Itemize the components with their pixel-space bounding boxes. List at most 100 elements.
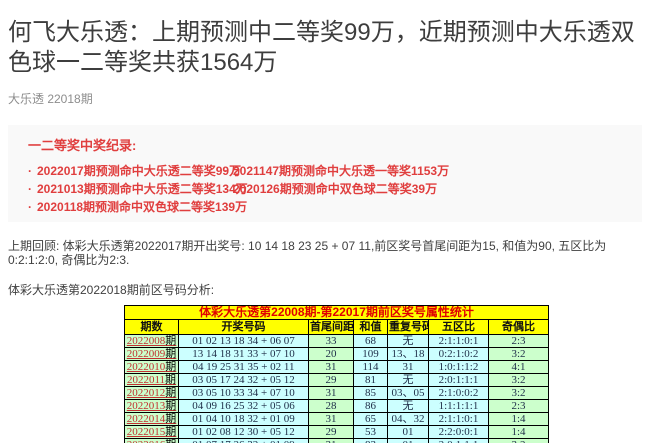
cell-repeat: 13、18 — [388, 348, 429, 361]
cell-odd-even-ratio: 3:2 — [489, 387, 549, 400]
table-row: 2022013期 04 09 16 25 32 + 05 06 28 86 无 … — [125, 400, 549, 413]
cell-zone-ratio: 2:1:0:0:2 — [429, 387, 489, 400]
col-header-sum: 和值 — [354, 320, 388, 335]
cell-zone-ratio: 2:2:0:0:1 — [429, 426, 489, 439]
cell-repeat: 无 — [388, 335, 429, 348]
cell-span: 29 — [309, 374, 354, 387]
table-row: 2022012期 03 05 10 33 34 + 07 10 31 85 03… — [125, 387, 549, 400]
cell-sum: 53 — [354, 426, 388, 439]
record-item: ·2021147期预测命中大乐透一等奖1153万 — [224, 162, 622, 180]
cell-sum: 65 — [354, 413, 388, 426]
cell-winning-numbers: 01 02 08 12 30 + 05 12 — [179, 426, 309, 439]
cell-odd-even-ratio: 3:2 — [489, 374, 549, 387]
cell-sum: 68 — [354, 335, 388, 348]
record-item-label: 2021013期预测命中大乐透二等奖134万 — [37, 182, 248, 196]
cell-odd-even-ratio: 1:4 — [489, 426, 549, 439]
cell-span: 31 — [309, 361, 354, 374]
cell-issue[interactable]: 2022008期 — [125, 335, 179, 348]
cell-winning-numbers: 13 14 18 31 33 + 07 10 — [179, 348, 309, 361]
cell-issue[interactable]: 2022009期 — [125, 348, 179, 361]
issue-link[interactable]: 2022016期 — [127, 439, 177, 443]
record-list-right: ·2021147期预测命中大乐透一等奖1153万 · 2020126期预测命中双色… — [224, 162, 622, 216]
issue-link[interactable]: 2022012期 — [127, 387, 177, 399]
table-row: 2022008期 01 02 13 18 34 + 06 07 33 68 无 … — [125, 335, 549, 348]
table-row: 2022016期 01 07 17 26 32 + 01 09 31 83 01… — [125, 439, 549, 443]
analysis-intro: 体彩大乐透第2022018期前区号码分析: — [8, 283, 642, 297]
col-header-span: 首尾间距 — [309, 320, 354, 335]
cell-span: 31 — [309, 413, 354, 426]
cell-issue[interactable]: 2022012期 — [125, 387, 179, 400]
cell-sum: 109 — [354, 348, 388, 361]
bullet-icon: · — [224, 164, 228, 178]
prize-record-panel: 一二等奖中奖纪录: ·2022017期预测命中大乐透二等奖99万 ·202101… — [8, 125, 642, 222]
cell-odd-even-ratio: 1:4 — [489, 413, 549, 426]
table-title-row: 体彩大乐透第22008期-第22017期前区奖号属性统计 — [125, 306, 549, 320]
cell-odd-even-ratio: 2:3 — [489, 400, 549, 413]
cell-span: 20 — [309, 348, 354, 361]
cell-repeat: 31 — [388, 361, 429, 374]
cell-winning-numbers: 04 09 16 25 32 + 05 06 — [179, 400, 309, 413]
cell-zone-ratio: 1:0:1:1:2 — [429, 361, 489, 374]
cell-zone-ratio: 2:1:1:0:1 — [429, 335, 489, 348]
cell-issue[interactable]: 2022014期 — [125, 413, 179, 426]
table-title: 体彩大乐透第22008期-第22017期前区奖号属性统计 — [125, 306, 549, 320]
cell-winning-numbers: 01 04 10 18 32 + 01 09 — [179, 413, 309, 426]
issue-link[interactable]: 2022010期 — [127, 361, 177, 373]
cell-odd-even-ratio: 2:3 — [489, 335, 549, 348]
cell-sum: 114 — [354, 361, 388, 374]
cell-issue[interactable]: 2022011期 — [125, 374, 179, 387]
table-row: 2022014期 01 04 10 18 32 + 01 09 31 65 04… — [125, 413, 549, 426]
cell-sum: 85 — [354, 387, 388, 400]
record-item-label: 2022017期预测命中大乐透二等奖99万 — [37, 164, 241, 178]
cell-repeat: 无 — [388, 400, 429, 413]
cell-winning-numbers: 01 02 13 18 34 + 06 07 — [179, 335, 309, 348]
col-header-zone: 五区比 — [429, 320, 489, 335]
cell-winning-numbers: 03 05 10 33 34 + 07 10 — [179, 387, 309, 400]
stat-table: 体彩大乐透第22008期-第22017期前区奖号属性统计 期数 开奖号码 首尾间… — [124, 305, 549, 443]
cell-repeat: 01 — [388, 426, 429, 439]
cell-issue[interactable]: 2022013期 — [125, 400, 179, 413]
page-title: 何飞大乐透：上期预测中二等奖99万，近期预测中大乐透双色球一二等奖共获1564万 — [8, 18, 642, 78]
bullet-icon: · — [28, 200, 32, 214]
cell-repeat: 04、32 — [388, 413, 429, 426]
cell-sum: 86 — [354, 400, 388, 413]
record-item: ·2021013期预测命中大乐透二等奖134万 — [28, 180, 224, 198]
cell-zone-ratio: 0:2:1:0:2 — [429, 348, 489, 361]
cell-span: 31 — [309, 439, 354, 443]
issue-link[interactable]: 2022011期 — [127, 374, 176, 386]
cell-winning-numbers: 04 19 25 31 35 + 02 11 — [179, 361, 309, 374]
record-item: ·2020118期预测命中双色球二等奖139万 — [28, 198, 224, 216]
issue-subtitle: 大乐透 22018期 — [8, 90, 642, 107]
issue-link[interactable]: 2022013期 — [127, 400, 177, 412]
col-header-issue: 期数 — [125, 320, 179, 335]
cell-winning-numbers: 03 05 17 24 32 + 05 12 — [179, 374, 309, 387]
issue-link[interactable]: 2022015期 — [127, 426, 177, 438]
cell-repeat: 03、05 — [388, 387, 429, 400]
cell-zone-ratio: 2:0:1:1:1 — [429, 439, 489, 443]
table-row: 2022010期 04 19 25 31 35 + 02 11 31 114 3… — [125, 361, 549, 374]
issue-link[interactable]: 2022014期 — [127, 413, 177, 425]
col-header-oddeven: 奇偶比 — [489, 320, 549, 335]
record-item: ·2022017期预测命中大乐透二等奖99万 — [28, 162, 224, 180]
cell-issue[interactable]: 2022010期 — [125, 361, 179, 374]
prize-record-heading: 一二等奖中奖纪录: — [28, 138, 622, 153]
last-issue-review: 上期回顾: 体彩大乐透第2022017期开出奖号: 10 14 18 23 25… — [8, 239, 642, 267]
issue-link[interactable]: 2022009期 — [127, 348, 177, 360]
col-header-repeat: 重复号码 — [388, 320, 429, 335]
stat-table-wrapper: 体彩大乐透第22008期-第22017期前区奖号属性统计 期数 开奖号码 首尾间… — [124, 305, 642, 443]
cell-winning-numbers: 01 07 17 26 32 + 01 09 — [179, 439, 309, 443]
cell-sum: 81 — [354, 374, 388, 387]
cell-span: 31 — [309, 387, 354, 400]
cell-odd-even-ratio: 3:2 — [489, 439, 549, 443]
issue-link[interactable]: 2022008期 — [127, 335, 177, 347]
cell-issue[interactable]: 2022015期 — [125, 426, 179, 439]
bullet-icon: · — [28, 182, 32, 196]
cell-span: 33 — [309, 335, 354, 348]
record-item-label: 2020118期预测命中双色球二等奖139万 — [37, 200, 247, 214]
record-item-label: 2020126期预测命中双色球二等奖39万 — [233, 182, 437, 196]
cell-issue[interactable]: 2022016期 — [125, 439, 179, 443]
bullet-icon: · — [224, 182, 228, 196]
cell-zone-ratio: 2:0:1:1:1 — [429, 374, 489, 387]
cell-repeat: 01 — [388, 439, 429, 443]
table-header-row: 期数 开奖号码 首尾间距 和值 重复号码 五区比 奇偶比 — [125, 320, 549, 335]
